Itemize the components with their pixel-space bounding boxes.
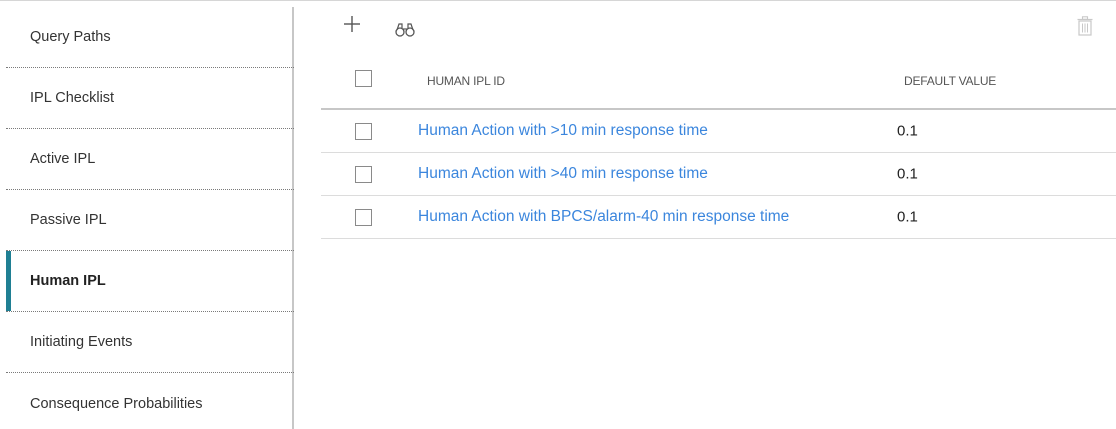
row-checkbox[interactable] — [355, 166, 372, 183]
table-row: Human Action with >10 min response time … — [321, 110, 1116, 153]
sidebar-item-query-paths[interactable]: Query Paths — [6, 7, 294, 68]
row-checkbox[interactable] — [355, 209, 372, 226]
delete-button[interactable] — [1077, 16, 1093, 36]
sidebar-item-ipl-checklist[interactable]: IPL Checklist — [6, 68, 294, 129]
sidebar: Query Paths IPL Checklist Active IPL Pas… — [6, 7, 294, 429]
sidebar-item-label: Consequence Probabilities — [30, 395, 203, 412]
sidebar-item-label: Initiating Events — [30, 334, 133, 350]
table-row: Human Action with >40 min response time … — [321, 153, 1116, 196]
human-ipl-id-link[interactable]: Human Action with BPCS/alarm-40 min resp… — [418, 208, 789, 226]
human-ipl-id-link[interactable]: Human Action with >10 min response time — [418, 122, 708, 140]
sidebar-item-label: Passive IPL — [30, 212, 107, 228]
sidebar-item-passive-ipl[interactable]: Passive IPL — [6, 190, 294, 251]
binoculars-icon — [395, 23, 415, 37]
human-ipl-page: Query Paths IPL Checklist Active IPL Pas… — [0, 0, 1116, 429]
default-value-cell: 0.1 — [897, 165, 918, 183]
plus-icon — [344, 16, 360, 32]
default-value-cell: 0.1 — [897, 208, 918, 226]
row-checkbox[interactable] — [355, 123, 372, 140]
human-ipl-table: HUMAN IPL ID DEFAULT VALUE Human Action … — [321, 59, 1116, 239]
human-ipl-id-link[interactable]: Human Action with >40 min response time — [418, 165, 708, 183]
sidebar-item-initiating-events[interactable]: Initiating Events — [6, 312, 294, 373]
sidebar-item-label: IPL Checklist — [30, 90, 115, 106]
sidebar-item-label: Human IPL — [30, 273, 106, 289]
sidebar-item-active-ipl[interactable]: Active IPL — [6, 129, 294, 190]
trash-icon — [1077, 16, 1093, 36]
table-header: HUMAN IPL ID DEFAULT VALUE — [321, 59, 1116, 110]
search-button[interactable] — [394, 22, 416, 38]
column-header-default-value[interactable]: DEFAULT VALUE — [904, 74, 996, 88]
default-value-cell: 0.1 — [897, 122, 918, 140]
sidebar-item-label: Active IPL — [30, 151, 96, 167]
sidebar-item-consequence-probabilities[interactable]: Consequence Probabilities — [6, 373, 294, 429]
table-row: Human Action with BPCS/alarm-40 min resp… — [321, 196, 1116, 239]
sidebar-item-human-ipl[interactable]: Human IPL — [6, 251, 294, 312]
active-indicator — [6, 251, 11, 311]
sidebar-item-label: Query Paths — [30, 29, 111, 45]
add-button[interactable] — [341, 13, 363, 35]
select-all-checkbox[interactable] — [355, 70, 372, 87]
column-header-human-ipl-id[interactable]: HUMAN IPL ID — [427, 74, 505, 88]
